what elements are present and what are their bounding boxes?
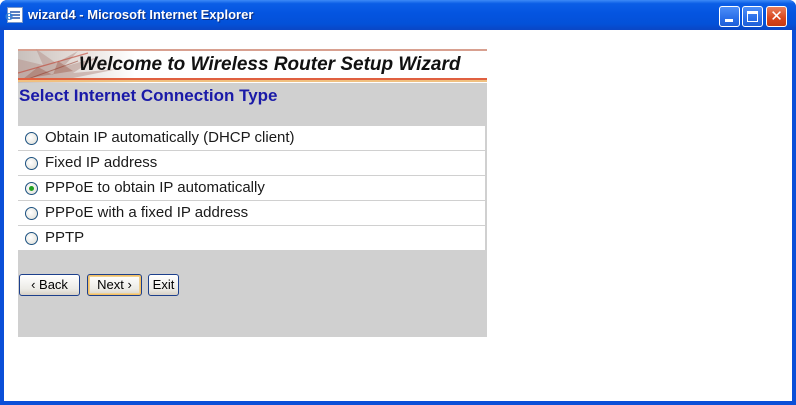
connection-type-options: Obtain IP automatically (DHCP client) Fi…	[18, 126, 485, 251]
minimize-icon	[725, 19, 733, 22]
option-fixed-ip[interactable]: Fixed IP address	[18, 151, 485, 175]
wizard-banner: Welcome to Wireless Router Setup Wizard	[18, 49, 487, 83]
option-dhcp[interactable]: Obtain IP automatically (DHCP client)	[18, 126, 485, 150]
option-label: Obtain IP automatically (DHCP client)	[45, 129, 295, 146]
banner-title: Welcome to Wireless Router Setup Wizard	[79, 54, 461, 75]
maximize-icon	[747, 11, 758, 22]
title-bar[interactable]: wizard4 - Microsoft Internet Explorer ✕	[0, 0, 796, 30]
option-pppoe-fixed[interactable]: PPPoE with a fixed IP address	[18, 201, 485, 225]
wizard-panel: Welcome to Wireless Router Setup Wizard …	[18, 49, 487, 337]
option-pppoe-auto[interactable]: PPPoE to obtain IP automatically	[18, 176, 485, 200]
exit-button[interactable]: Exit	[148, 274, 179, 296]
browser-content: Welcome to Wireless Router Setup Wizard …	[4, 30, 792, 401]
ie-page-icon	[5, 7, 23, 24]
maximize-button[interactable]	[742, 6, 763, 27]
window-title: wizard4 - Microsoft Internet Explorer	[28, 7, 254, 22]
close-icon: ✕	[770, 7, 783, 25]
radio-pppoe-auto[interactable]	[25, 182, 38, 195]
option-label: Fixed IP address	[45, 154, 158, 171]
minimize-button[interactable]	[719, 6, 740, 27]
option-label: PPTP	[45, 229, 85, 246]
next-button[interactable]: Next ›	[87, 274, 142, 296]
option-pptp[interactable]: PPTP	[18, 226, 485, 250]
browser-window: wizard4 - Microsoft Internet Explorer ✕ …	[0, 0, 796, 405]
back-button[interactable]: ‹ Back	[19, 274, 80, 296]
radio-fixed-ip[interactable]	[25, 157, 38, 170]
option-label: PPPoE to obtain IP automatically	[45, 179, 265, 196]
radio-dhcp[interactable]	[25, 132, 38, 145]
section-title: Select Internet Connection Type	[19, 86, 278, 105]
banner-stripe-orange	[18, 80, 487, 82]
close-button[interactable]: ✕	[766, 6, 787, 27]
radio-pptp[interactable]	[25, 232, 38, 245]
option-label: PPPoE with a fixed IP address	[45, 204, 249, 221]
radio-pppoe-fixed[interactable]	[25, 207, 38, 220]
